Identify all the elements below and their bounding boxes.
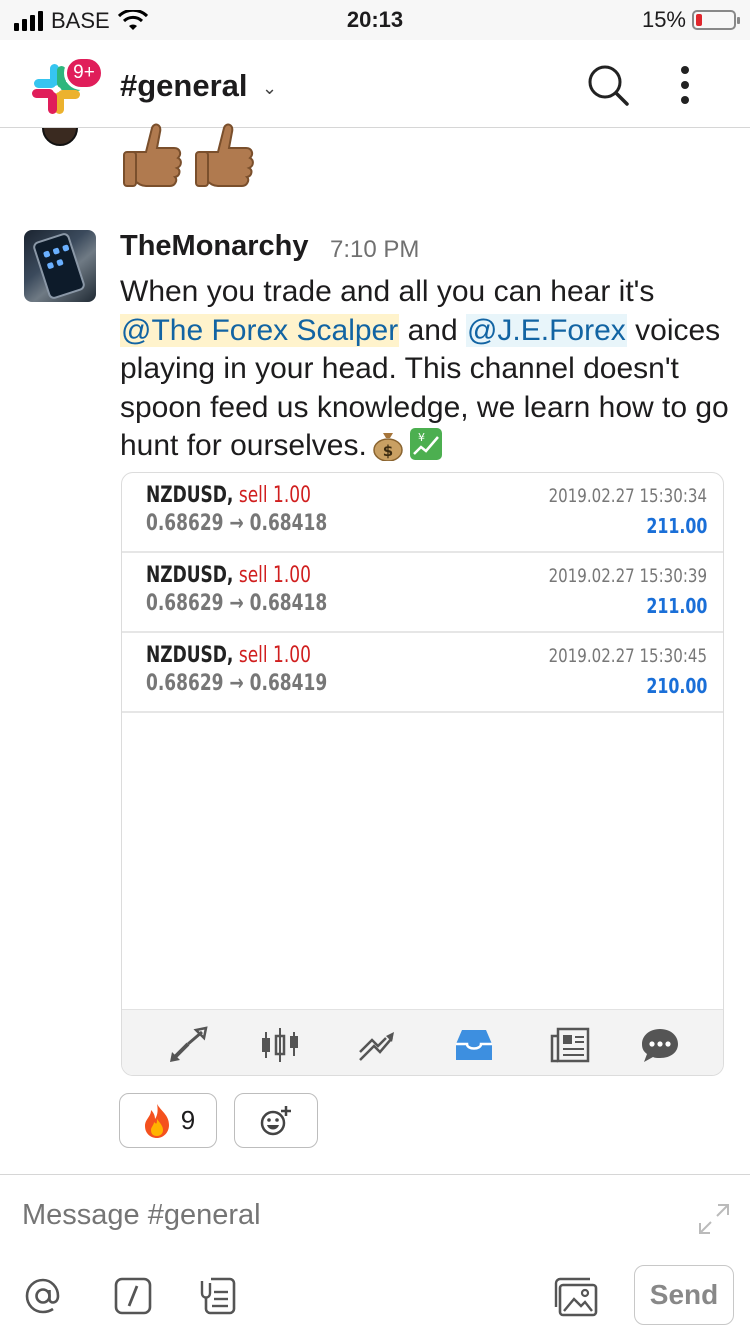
author-avatar[interactable] [24,230,96,302]
photo-library-icon[interactable] [552,1275,598,1317]
trade-side: sell 1.00 [238,483,311,508]
trade-title: NZDUSD, sell 1.00 [146,563,311,588]
more-options-icon[interactable] [670,62,700,108]
trade-symbol: NZDUSD, [146,483,234,508]
trade-row[interactable]: NZDUSD, sell 1.00 0.68629 → 0.68419 2019… [122,633,723,713]
trade-profit: 211.00 [645,594,707,618]
search-icon[interactable] [586,63,630,107]
message-input[interactable] [22,1199,662,1232]
chevron-down-icon[interactable]: ⌄ [262,78,277,99]
open-price: 0.68629 [146,591,224,616]
trade-icon[interactable] [356,1026,396,1064]
trade-title: NZDUSD, sell 1.00 [146,483,311,508]
expand-icon[interactable] [696,1201,732,1237]
add-reaction-button[interactable] [234,1093,318,1148]
chart-icon[interactable] [260,1026,300,1064]
message-composer: Send [0,1174,750,1334]
trade-datetime: 2019.02.27 15:30:34 [548,485,707,507]
trade-row[interactable]: NZDUSD, sell 1.00 0.68629 → 0.68418 2019… [122,553,723,633]
mention-link[interactable]: @The Forex Scalper [120,313,400,347]
money-bag-icon: $ [373,433,403,461]
send-button[interactable]: Send [634,1265,734,1325]
mention-link[interactable]: @J.E.Forex [465,313,627,347]
chat-icon[interactable] [640,1026,680,1064]
reaction-count: 9 [180,1105,196,1135]
trade-profit: 211.00 [645,514,707,538]
channel-title[interactable]: #general [120,68,248,104]
svg-text:$: $ [383,442,393,460]
thumbs-up-icon [195,123,254,187]
previous-message-emojis [120,122,256,188]
status-right: 15% [641,7,740,33]
trade-side: sell 1.00 [238,563,311,588]
quotes-icon[interactable] [168,1026,208,1064]
fire-icon [144,1103,169,1138]
message-text: When you trade and all you can hear it's [120,275,655,308]
open-price: 0.68629 [146,671,224,696]
mt4-toolbar [122,1009,723,1075]
svg-text:¥: ¥ [418,431,425,444]
trade-profit: 210.00 [645,674,707,698]
fire-reaction[interactable]: 9 [119,1093,217,1148]
add-emoji-icon [260,1105,291,1135]
thumbs-up-icon [123,123,182,187]
close-price: 0.68418 [249,511,328,536]
trade-symbol: NZDUSD, [146,563,234,588]
message-author[interactable]: TheMonarchy [120,230,309,263]
trade-row[interactable]: NZDUSD, sell 1.00 0.68629 → 0.68418 2019… [122,473,723,553]
chart-yen-icon: ¥ [409,428,442,460]
message-text: and [399,313,466,347]
trade-datetime: 2019.02.27 15:30:39 [548,565,707,587]
close-price: 0.68419 [249,671,328,696]
arrow-icon: → [229,671,244,696]
message-body: When you trade and all you can hear it's… [120,273,730,466]
trade-title: NZDUSD, sell 1.00 [146,643,311,668]
arrow-icon: → [229,511,244,536]
battery-icon [692,10,740,30]
slash-command-icon[interactable] [112,1275,154,1317]
image-attachment[interactable]: NZDUSD, sell 1.00 0.68629 → 0.68418 2019… [121,472,724,1076]
trade-prices: 0.68629 → 0.68419 [146,671,327,696]
status-time: 20:13 [346,7,404,32]
previous-avatar[interactable] [42,128,78,146]
battery-percent: 15% [641,7,686,32]
trade-symbol: NZDUSD, [146,643,234,668]
news-icon[interactable] [550,1026,590,1064]
attach-file-icon[interactable] [196,1275,238,1317]
trade-prices: 0.68629 → 0.68418 [146,511,327,536]
at-mention-icon[interactable] [22,1275,64,1317]
close-price: 0.68418 [249,591,328,616]
channel-header: 9+ #general ⌄ [0,40,750,128]
message-timestamp: 7:10 PM [330,236,420,263]
trade-side: sell 1.00 [238,643,311,668]
open-price: 0.68629 [146,511,224,536]
trade-datetime: 2019.02.27 15:30:45 [548,645,707,667]
history-icon[interactable] [454,1026,494,1064]
arrow-icon: → [229,591,244,616]
status-bar: BASE 20:13 15% [0,0,750,40]
notification-badge: 9+ [64,56,104,90]
trade-prices: 0.68629 → 0.68418 [146,591,327,616]
